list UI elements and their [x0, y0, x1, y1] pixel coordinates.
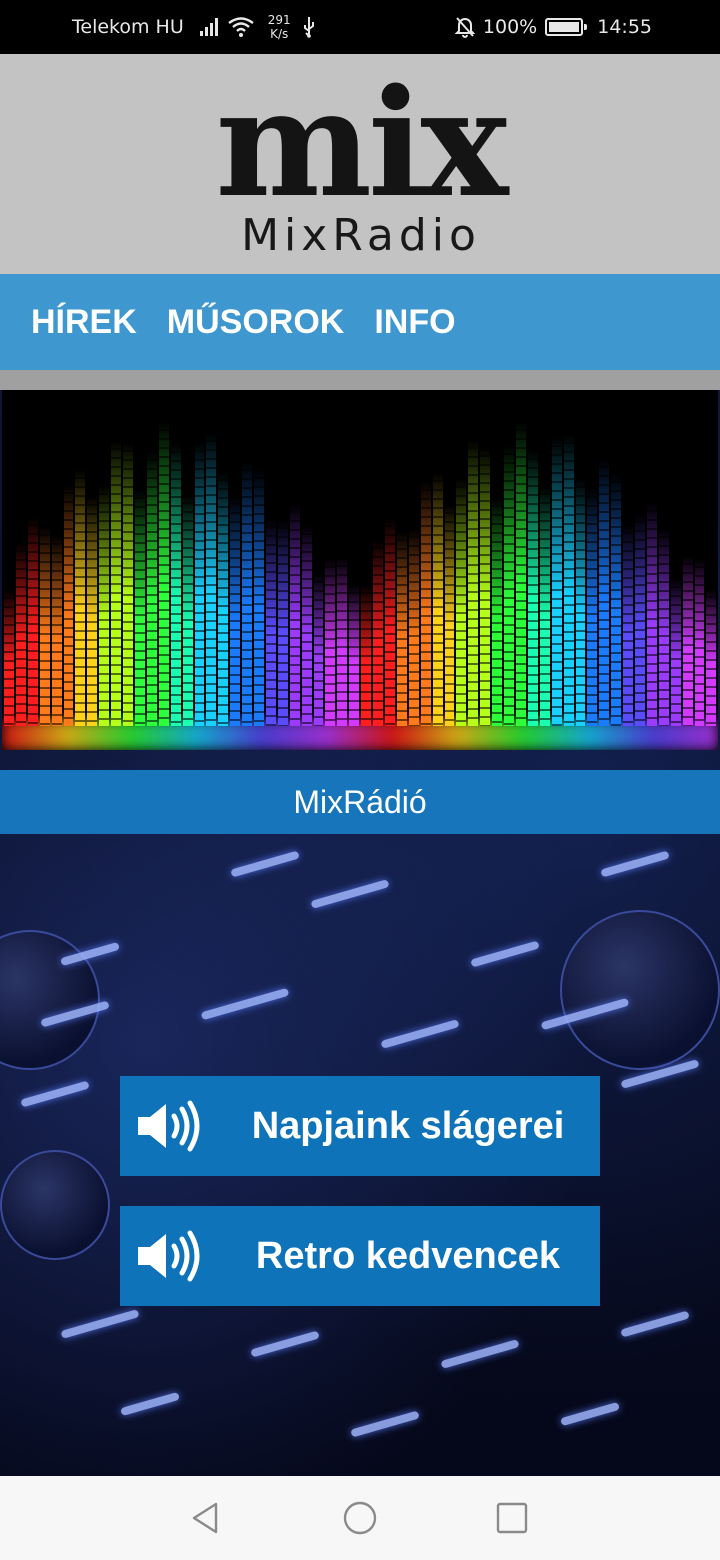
equalizer-bar: [265, 519, 276, 726]
speaker-icon: [138, 1100, 200, 1152]
equalizer-bar: [361, 585, 372, 726]
network-speed: 291 K/s: [268, 13, 291, 41]
recents-icon[interactable]: [494, 1500, 530, 1536]
equalizer-bar: [373, 540, 383, 726]
main-nav: HÍREK MŰSOROK INFO: [0, 274, 720, 370]
wifi-icon: [228, 17, 254, 37]
equalizer-bar: [623, 525, 634, 726]
play-retro-favorites-button[interactable]: Retro kedvencek: [120, 1206, 600, 1306]
usb-icon: [303, 17, 314, 38]
equalizer-bar: [206, 433, 217, 726]
equalizer-bar: [611, 474, 622, 726]
equalizer-bar: [87, 497, 98, 726]
logo-text: MixRadio: [241, 210, 481, 261]
equalizer-bar: [539, 486, 550, 726]
equalizer-bar: [706, 589, 717, 726]
equalizer-bar: [242, 462, 253, 726]
tab-news[interactable]: HÍREK: [31, 303, 137, 342]
status-bar: Telekom HU 291 K/s 100% 14:55: [0, 0, 720, 54]
equalizer-bar: [456, 479, 467, 726]
equalizer-bar: [337, 558, 348, 726]
home-icon[interactable]: [342, 1500, 378, 1536]
equalizer-bar: [420, 482, 431, 726]
equalizer-bar: [182, 495, 193, 726]
play-button-label: Retro kedvencek: [255, 1235, 561, 1277]
equalizer-bar: [670, 579, 681, 726]
bell-muted-icon: [454, 17, 475, 38]
equalizer-bar: [277, 520, 288, 726]
equalizer-bar: [694, 559, 705, 726]
equalizer-bar: [27, 517, 38, 726]
equalizer-bar: [432, 473, 443, 726]
equalizer-bar: [39, 527, 50, 726]
equalizer-bar: [254, 470, 264, 726]
equalizer-bar: [111, 441, 122, 726]
equalizer-bar: [444, 505, 455, 726]
equalizer-bar: [658, 529, 669, 726]
equalizer-bar: [575, 479, 586, 726]
equalizer-bar: [170, 444, 181, 726]
status-left: Telekom HU 291 K/s: [72, 0, 317, 54]
play-button-label: Napjaink slágerei: [251, 1105, 565, 1147]
clock: 14:55: [597, 16, 652, 38]
equalizer-bar: [4, 590, 14, 726]
equalizer-bar: [75, 470, 86, 726]
equalizer-bar: [587, 489, 598, 726]
equalizer-bar: [635, 514, 645, 726]
equalizer-bar: [301, 526, 312, 726]
divider: [0, 370, 720, 390]
equalizer-bar: [563, 435, 574, 726]
tab-shows[interactable]: MŰSOROK: [167, 303, 345, 342]
equalizer-bar: [99, 486, 110, 726]
app-header: mix MixRadio: [0, 54, 720, 274]
equalizer-bar: [504, 446, 514, 726]
equalizer-bar: [551, 438, 562, 726]
logo-mark: mix: [215, 56, 508, 230]
equalizer-bar: [492, 498, 503, 726]
equalizer-bar: [515, 422, 526, 726]
equalizer-bar: [15, 543, 26, 726]
equalizer-bar: [230, 496, 241, 726]
system-nav-bar: [0, 1476, 720, 1560]
equalizer-bar: [468, 440, 479, 726]
speaker-icon: [138, 1230, 200, 1282]
station-title: MixRádió: [0, 770, 720, 834]
equalizer-bar: [289, 504, 300, 726]
battery-percent: 100%: [482, 16, 538, 38]
equalizer-bar: [123, 443, 133, 726]
equalizer-bar: [646, 503, 657, 726]
battery-icon: [545, 18, 588, 36]
equalizer-bar: [194, 443, 205, 726]
speed-value: 291: [267, 13, 291, 27]
equalizer-bar: [158, 422, 169, 726]
equalizer-bar: [682, 556, 693, 726]
equalizer-bar: [146, 452, 157, 726]
equalizer-bar: [396, 532, 407, 726]
equalizer-bar: [134, 490, 145, 726]
equalizer-bar: [313, 574, 324, 726]
equalizer-bar: [51, 536, 62, 726]
equalizer-bar: [63, 485, 74, 726]
equalizer-banner: [2, 390, 718, 750]
equalizer-bar: [218, 472, 229, 726]
status-right: 100% 14:55: [454, 0, 652, 54]
equalizer-bar: [325, 559, 336, 726]
equalizer-bar: [408, 529, 419, 726]
carrier-name: Telekom HU: [72, 16, 184, 38]
tab-info[interactable]: INFO: [374, 303, 455, 342]
equalizer-bar: [599, 459, 610, 726]
speed-unit: K/s: [270, 27, 289, 41]
equalizer-bar: [527, 451, 538, 726]
equalizer-bar: [385, 518, 395, 726]
signal-icon: [199, 18, 218, 36]
equalizer-bar: [349, 585, 360, 726]
equalizer-bar: [480, 448, 491, 726]
play-current-hits-button[interactable]: Napjaink slágerei: [120, 1076, 600, 1176]
back-icon[interactable]: [188, 1500, 224, 1536]
equalizer-bars: [4, 390, 717, 726]
